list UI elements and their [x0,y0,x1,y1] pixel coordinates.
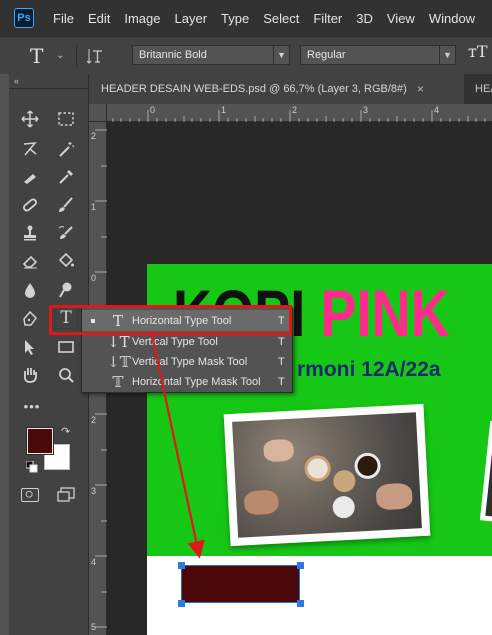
menu-3d[interactable]: 3D [349,11,380,26]
healing-brush-tool-icon[interactable] [18,194,42,216]
marquee-tool-icon[interactable] [54,108,78,130]
ruler-label: 3 [91,486,97,496]
shortcut-key: T [278,335,285,348]
transform-handle[interactable] [178,600,185,607]
menu-layer[interactable]: Layer [168,11,215,26]
flyout-item-vertical-type-mask[interactable]: ↓𝕋 Vertical Type Mask Tool T [82,351,292,372]
foreground-color-swatch[interactable] [26,427,54,455]
menu-image[interactable]: Image [117,11,167,26]
paint-bucket-tool-icon[interactable] [54,250,78,272]
ruler-label: 1 [221,105,227,115]
transform-handle[interactable] [297,562,304,569]
history-brush-tool-icon[interactable] [54,222,78,244]
coffee-photo [223,403,431,547]
move-tool-icon[interactable] [18,108,42,130]
ruler-label: 4 [91,557,97,567]
flyout-item-horizontal-type-mask[interactable]: 𝕋 Horizontal Type Mask Tool T [82,371,292,392]
menu-filter[interactable]: Filter [306,11,349,26]
pen-tool-icon[interactable] [18,308,42,330]
menu-view[interactable]: View [380,11,422,26]
ruler-label: 4 [434,105,440,115]
collapse-panel-icon[interactable]: ‹‹ [14,76,19,86]
document-tab-next[interactable]: HEA [467,74,492,104]
eyedropper-tool-icon[interactable] [54,166,78,188]
document-tab-label: HEADER DESAIN WEB-EDS.psd @ 66,7% (Layer… [101,83,407,95]
font-size-icon[interactable]: ᴛT [468,42,488,61]
document-tab-active[interactable]: HEADER DESAIN WEB-EDS.psd @ 66,7% (Layer… [89,74,464,104]
header-subtitle: rmoni 12A/22a [297,358,441,381]
flyout-item-label: Vertical Type Mask Tool [132,355,248,368]
flyout-item-label: Horizontal Type Mask Tool [132,375,261,388]
more-tools-icon[interactable]: ••• [20,395,44,417]
font-family-select[interactable]: Britannic Bold ▼ [132,45,290,65]
panel-divider [9,88,89,89]
ruler-label: 2 [91,415,97,425]
dodge-tool-icon[interactable] [54,279,78,301]
zoom-tool-icon[interactable] [54,364,78,386]
lasso-tool-icon[interactable] [18,138,42,160]
magic-wand-tool-icon[interactable] [54,138,78,160]
quick-mask-icon[interactable] [21,488,39,502]
ruler-label: 2 [91,131,97,141]
chevron-down-icon[interactable]: ▼ [439,46,455,64]
blur-tool-icon[interactable] [18,279,42,301]
close-tab-icon[interactable]: × [417,82,424,96]
clone-stamp-tool-icon[interactable] [18,222,42,244]
menu-window[interactable]: Window [422,11,482,26]
vertical-type-mask-icon: ↓𝕋 [107,352,131,371]
chevron-down-icon[interactable]: ▼ [273,46,289,64]
font-style-select[interactable]: Regular ▼ [300,45,456,65]
menu-select[interactable]: Select [256,11,306,26]
selected-rectangle-shape[interactable] [181,565,300,603]
ruler-label: 2 [292,105,298,115]
transform-handle[interactable] [178,562,185,569]
ruler-origin[interactable] [89,104,107,122]
rectangle-tool-icon[interactable] [54,336,78,358]
eraser-tool-icon[interactable] [18,250,42,272]
horizontal-ruler[interactable]: 0 1 2 3 4 [107,104,492,122]
screen-mode-icon[interactable] [56,486,76,507]
type-tool-preset-icon[interactable]: T [30,44,50,68]
chevron-down-icon[interactable]: ⌄ [56,50,64,61]
shortcut-key: T [278,375,285,388]
shortcut-key: T [278,355,285,368]
font-style-value: Regular [307,49,346,61]
ruler-label: 0 [150,105,156,115]
ruler-label: 3 [363,105,369,115]
photoshop-logo: Ps [14,8,34,28]
divider [76,44,78,67]
vertical-type-icon: ↓T [107,332,130,351]
font-family-value: Britannic Bold [139,49,207,61]
horizontal-type-mask-icon: 𝕋 [112,372,124,391]
hand-tool-icon[interactable] [18,364,42,386]
transform-handle[interactable] [297,600,304,607]
document-tabs: HEADER DESAIN WEB-EDS.psd @ 66,7% (Layer… [89,74,492,104]
menu-file[interactable]: File [46,11,81,26]
annotation-highlight-box [49,305,292,335]
crop-tool-icon[interactable] [18,166,42,188]
menu-bar: Ps File Edit Image Layer Type Select Fil… [0,0,492,36]
default-colors-icon[interactable] [25,460,38,473]
swap-colors-icon[interactable]: ↷ [61,425,70,438]
path-selection-tool-icon[interactable] [18,336,42,358]
text-orientation-icon[interactable] [85,46,105,66]
menu-type[interactable]: Type [214,11,256,26]
ruler-label: 5 [91,622,97,632]
ruler-label: 1 [91,202,97,212]
brush-tool-icon[interactable] [54,194,78,216]
menu-edit[interactable]: Edit [81,11,117,26]
title-word-pink: PINK [320,276,450,350]
document-tab-label: HEA [475,83,492,95]
flyout-item-label: Vertical Type Tool [132,335,218,348]
ruler-label: 0 [91,273,97,283]
